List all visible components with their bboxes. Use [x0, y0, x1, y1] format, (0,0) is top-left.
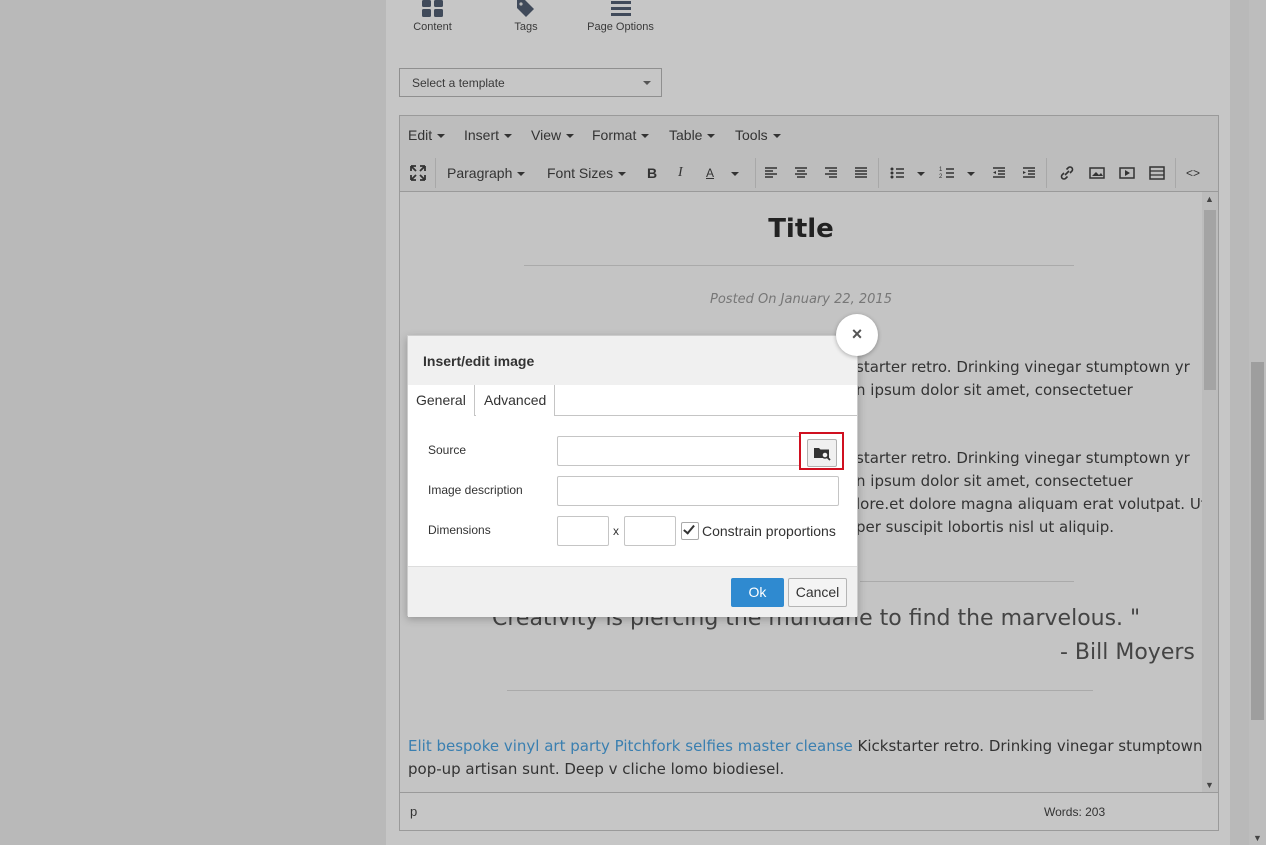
editor-toolbar: Paragraph Font Sizes B I A 12 <>: [400, 154, 1218, 192]
browse-button[interactable]: [807, 439, 837, 467]
paragraph-3-link[interactable]: Elit bespoke vinyl art party Pitchfork s…: [408, 737, 853, 755]
block-format-dropdown[interactable]: Paragraph: [447, 162, 526, 184]
scroll-down-icon[interactable]: ▼: [1205, 780, 1214, 790]
scrollbar-thumb[interactable]: [1204, 210, 1216, 390]
align-center-icon[interactable]: [791, 163, 811, 183]
content-scrollbar[interactable]: ▲ ▼: [1202, 192, 1218, 792]
dimensions-label: Dimensions: [428, 523, 491, 537]
menu-edit[interactable]: Edit: [408, 127, 446, 143]
divider: [507, 690, 1093, 691]
dialog-tabs: General Advanced: [408, 385, 857, 416]
text-color-dropdown[interactable]: [726, 162, 739, 184]
source-input[interactable]: [557, 436, 801, 466]
menu-tools[interactable]: Tools: [735, 127, 781, 143]
grid-icon: [421, 0, 443, 17]
toolbar-divider: [1175, 158, 1176, 188]
image-description-label: Image description: [428, 483, 523, 497]
image-description-input[interactable]: [557, 476, 839, 506]
tag-icon: [517, 0, 534, 17]
quote-author: - Bill Moyers: [1060, 640, 1195, 665]
ok-button[interactable]: Ok: [731, 578, 784, 607]
scroll-down-icon[interactable]: ▼: [1253, 833, 1262, 843]
tab-tags[interactable]: Tags: [498, 0, 554, 47]
tab-content-label: Content: [413, 21, 452, 33]
paragraph-2-line-3: lore.et dolore magna aliquam erat volutp…: [856, 495, 1202, 513]
document-title: Title: [768, 214, 834, 244]
close-icon[interactable]: ×: [836, 314, 878, 356]
table-icon[interactable]: [1147, 163, 1167, 183]
cancel-button[interactable]: Cancel: [788, 578, 847, 607]
menu-format[interactable]: Format: [592, 127, 650, 143]
dialog-footer: Ok Cancel: [408, 566, 857, 617]
numbered-list-dropdown[interactable]: [962, 162, 975, 184]
page-scrollbar[interactable]: ▼: [1249, 0, 1266, 845]
editor-menubar: Edit Insert View Format Table Tools: [400, 116, 1218, 154]
posted-date: Posted On January 22, 2015: [710, 292, 892, 307]
paragraph-3-line-2: pop-up artisan sunt. Deep v cliche lomo …: [408, 760, 785, 778]
template-select-value: Select a template: [412, 76, 505, 90]
dialog-title: Insert/edit image: [423, 353, 535, 369]
svg-text:1: 1: [939, 167, 943, 173]
constrain-proportions-label: Constrain proportions: [702, 523, 836, 539]
word-count: Words: 203: [1044, 805, 1106, 819]
divider: [524, 265, 1074, 266]
svg-text:2: 2: [939, 174, 943, 180]
paragraph-3-line-1: Elit bespoke vinyl art party Pitchfork s…: [408, 735, 1202, 758]
chevron-down-icon: [643, 81, 651, 85]
paragraph-3-text: Kickstarter retro. Drinking vinegar stum…: [852, 737, 1202, 755]
source-label: Source: [428, 443, 467, 457]
toolbar-divider: [878, 158, 879, 188]
menu-view[interactable]: View: [531, 127, 575, 143]
constrain-proportions-checkbox[interactable]: [681, 522, 699, 540]
toolbar-divider: [435, 158, 436, 188]
image-icon[interactable]: [1087, 163, 1107, 183]
align-right-icon[interactable]: [821, 163, 841, 183]
italic-button[interactable]: I: [678, 162, 683, 184]
media-icon[interactable]: [1117, 163, 1137, 183]
text-color-button[interactable]: A: [706, 162, 714, 184]
editor-statusbar: p Words: 203: [400, 792, 1218, 830]
tab-page-options[interactable]: Page Options: [583, 0, 658, 47]
fullscreen-icon[interactable]: [408, 163, 428, 183]
tab-advanced[interactable]: Advanced: [476, 385, 556, 416]
tab-content[interactable]: Content: [386, 0, 479, 47]
menu-table[interactable]: Table: [669, 127, 716, 143]
outdent-icon[interactable]: [989, 163, 1009, 183]
tab-tags-label: Tags: [514, 21, 538, 33]
toolbar-divider: [755, 158, 756, 188]
menu-insert[interactable]: Insert: [464, 127, 513, 143]
paragraph-1-line-1: starter retro. Drinking vinegar stumptow…: [856, 358, 1190, 376]
divider: [860, 581, 1074, 582]
font-sizes-dropdown[interactable]: Font Sizes: [547, 162, 627, 184]
numbered-list-icon[interactable]: 12: [938, 163, 958, 183]
indent-icon[interactable]: [1019, 163, 1039, 183]
paragraph-2-line-1: starter retro. Drinking vinegar stumptow…: [856, 449, 1190, 467]
toolbar-divider: [1046, 158, 1047, 188]
checkmark-icon: [683, 522, 695, 535]
height-input[interactable]: [624, 516, 676, 546]
list-icon: [610, 1, 631, 16]
scroll-up-icon[interactable]: ▲: [1205, 194, 1214, 204]
width-input[interactable]: [557, 516, 609, 546]
tab-page-options-label: Page Options: [587, 21, 654, 33]
source-code-button[interactable]: <>: [1186, 162, 1200, 184]
element-path[interactable]: p: [410, 804, 417, 819]
align-justify-icon[interactable]: [851, 163, 871, 183]
paragraph-2-line-2: n ipsum dolor sit amet, consectetuer: [856, 472, 1133, 490]
dialog-header: Insert/edit image: [408, 336, 857, 385]
insert-image-dialog: Insert/edit image General Advanced Sourc…: [407, 335, 858, 617]
tab-general[interactable]: General: [408, 385, 475, 416]
paragraph-2-line-4: per suscipit lobortis nisl ut aliquip.: [856, 518, 1115, 536]
link-icon[interactable]: [1057, 163, 1077, 183]
bold-button[interactable]: B: [647, 162, 657, 184]
dimensions-separator: x: [613, 524, 619, 538]
bullet-list-icon[interactable]: [888, 163, 908, 183]
folder-search-icon: [814, 448, 831, 461]
paragraph-1-line-2: n ipsum dolor sit amet, consectetuer: [856, 381, 1133, 399]
scrollbar-thumb[interactable]: [1251, 362, 1264, 720]
bullet-list-dropdown[interactable]: [912, 162, 925, 184]
align-left-icon[interactable]: [761, 163, 781, 183]
template-select[interactable]: Select a template: [399, 68, 662, 97]
